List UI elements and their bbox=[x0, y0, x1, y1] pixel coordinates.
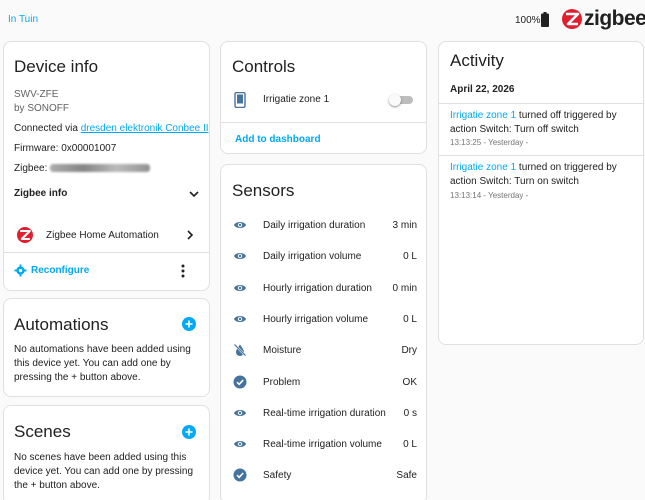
eye-icon bbox=[234, 222, 246, 228]
sensor-value: 3 min bbox=[392, 220, 417, 231]
activity-entry-divider bbox=[439, 155, 643, 156]
sensor-label: Problem bbox=[263, 377, 301, 388]
eye-icon bbox=[234, 253, 246, 259]
sensor-value: 0 L bbox=[403, 251, 417, 262]
activity-entry: Irrigatie zone 1 turned on triggered by … bbox=[450, 161, 640, 189]
card-divider bbox=[4, 252, 209, 253]
sensor-row[interactable]: Problem OK bbox=[221, 374, 426, 392]
zigbee-info-toggle[interactable]: Zigbee info bbox=[14, 188, 199, 202]
integration-label: Zigbee Home Automation bbox=[46, 230, 159, 241]
sensor-value: Dry bbox=[401, 345, 417, 356]
sensor-row[interactable]: Hourly irrigation duration 0 min bbox=[221, 280, 426, 298]
sensors-card: Sensors Daily irrigation duration 3 min Da… bbox=[220, 164, 427, 500]
firmware: Firmware: 0x00001007 bbox=[14, 143, 117, 154]
sensor-row[interactable]: Safety Safe bbox=[221, 467, 426, 485]
control-entity-label[interactable]: Irrigatie zone 1 bbox=[263, 94, 329, 105]
reconfigure-label: Reconfigure bbox=[31, 265, 90, 276]
automations-empty-text: No automations have been added using thi… bbox=[14, 344, 191, 383]
sensor-value: 0 L bbox=[403, 314, 417, 325]
sensor-value: Safe bbox=[396, 470, 417, 481]
sensor-value: 0 min bbox=[392, 283, 417, 294]
sensor-row[interactable]: Real-time irrigation duration 0 s bbox=[221, 405, 426, 423]
device-model: SWV-ZFE bbox=[14, 89, 59, 100]
controls-card: Controls Irrigatie zone 1 Add to dashboa… bbox=[220, 41, 427, 154]
sensor-label: Hourly irrigation volume bbox=[263, 314, 369, 325]
zigbee-info-label: Zigbee info bbox=[14, 188, 68, 199]
battery-icon bbox=[541, 12, 549, 27]
sensors-title: Sensors bbox=[232, 181, 295, 200]
sensor-label: Real-time irrigation duration bbox=[263, 408, 386, 419]
add-automation-icon[interactable] bbox=[182, 317, 196, 331]
scenes-empty-text: No scenes have been added using this dev… bbox=[14, 452, 194, 491]
activity-date-divider bbox=[439, 103, 643, 104]
eye-icon bbox=[234, 441, 246, 447]
cellphone-icon bbox=[234, 92, 246, 108]
sensor-value: OK bbox=[402, 377, 417, 388]
sensor-row[interactable]: Daily irrigation duration 3 min bbox=[221, 217, 426, 235]
switch-toggle[interactable] bbox=[389, 94, 413, 106]
automations-title: Automations bbox=[14, 315, 109, 334]
device-info-title: Device info bbox=[14, 57, 99, 76]
activity-entry-time: 13:13:14 - Yesterday - bbox=[450, 191, 529, 200]
automations-card: Automations No automations have been add… bbox=[3, 298, 210, 397]
controls-title: Controls bbox=[232, 57, 296, 76]
controls-divider bbox=[221, 122, 426, 123]
device-info-card: Device info SWV-ZFE by SONOFF Connected … bbox=[3, 41, 210, 291]
connected-via: Connected via dresden elektronik Conbee … bbox=[14, 123, 209, 134]
sensor-label: Real-time irrigation volume bbox=[263, 439, 382, 450]
sensor-value: 0 L bbox=[403, 439, 417, 450]
sensor-label: Daily irrigation duration bbox=[263, 220, 366, 231]
zigbee-logo-text: zigbee bbox=[584, 7, 645, 30]
activity-card: Activity April 22, 2026 Irrigatie zone 1… bbox=[438, 41, 644, 345]
water-off-icon bbox=[233, 343, 247, 357]
sensor-label: Hourly irrigation duration bbox=[263, 283, 372, 294]
zigbee-address-label: Zigbee: bbox=[14, 163, 51, 174]
check-circle-icon bbox=[233, 468, 247, 482]
more-vert-icon[interactable] bbox=[180, 264, 186, 278]
connected-prefix: Connected via bbox=[14, 123, 81, 134]
zigbee-logo: zigbee bbox=[562, 7, 645, 31]
eye-icon bbox=[234, 316, 246, 322]
scenes-card: Scenes No scenes have been added using t… bbox=[3, 405, 210, 500]
sensor-label: Moisture bbox=[263, 345, 302, 356]
zigbee-address: Zigbee: bbox=[14, 163, 151, 174]
chevron-right-icon bbox=[187, 230, 194, 240]
activity-entity-link[interactable]: Irrigatie zone 1 bbox=[450, 162, 516, 173]
battery-level: 100% bbox=[515, 15, 541, 26]
integration-row[interactable]: Zigbee Home Automation bbox=[4, 223, 209, 249]
eye-icon bbox=[234, 410, 246, 416]
activity-entry: Irrigatie zone 1 turned off triggered by… bbox=[450, 109, 640, 137]
add-to-dashboard-button[interactable]: Add to dashboard bbox=[235, 134, 321, 145]
redacted-address bbox=[50, 164, 151, 173]
zigbee-integration-icon bbox=[17, 227, 33, 243]
check-circle-icon bbox=[233, 375, 247, 389]
activity-title: Activity bbox=[450, 51, 504, 70]
connected-via-link[interactable]: dresden elektronik Conbee II bbox=[81, 123, 209, 134]
scenes-title: Scenes bbox=[14, 422, 71, 441]
sensor-row[interactable]: Moisture Dry bbox=[221, 342, 426, 360]
sensor-label: Safety bbox=[263, 470, 292, 481]
device-manufacturer: by SONOFF bbox=[14, 103, 70, 114]
add-scene-icon[interactable] bbox=[182, 425, 196, 439]
sensor-label: Daily irrigation volume bbox=[263, 251, 362, 262]
reconfigure-button[interactable]: Reconfigure bbox=[14, 263, 94, 279]
sensor-row[interactable]: Real-time irrigation volume 0 L bbox=[221, 436, 426, 454]
eye-icon bbox=[234, 285, 246, 291]
sensor-row[interactable]: Hourly irrigation volume 0 L bbox=[221, 311, 426, 329]
sensor-value: 0 s bbox=[403, 408, 417, 419]
activity-entry-time: 13:13:25 - Yesterday - bbox=[450, 138, 529, 147]
top-bar: In Tuin 100% zigbee bbox=[0, 0, 645, 40]
sensor-row[interactable]: Daily irrigation volume 0 L bbox=[221, 248, 426, 266]
activity-entity-link[interactable]: Irrigatie zone 1 bbox=[450, 110, 516, 121]
zigbee-logo-icon bbox=[562, 9, 582, 29]
switch-thumb bbox=[389, 94, 401, 106]
chevron-down-icon bbox=[189, 191, 199, 198]
cog-refresh-icon bbox=[14, 264, 27, 277]
area-link[interactable]: In Tuin bbox=[8, 14, 38, 25]
activity-date: April 22, 2026 bbox=[450, 84, 515, 95]
